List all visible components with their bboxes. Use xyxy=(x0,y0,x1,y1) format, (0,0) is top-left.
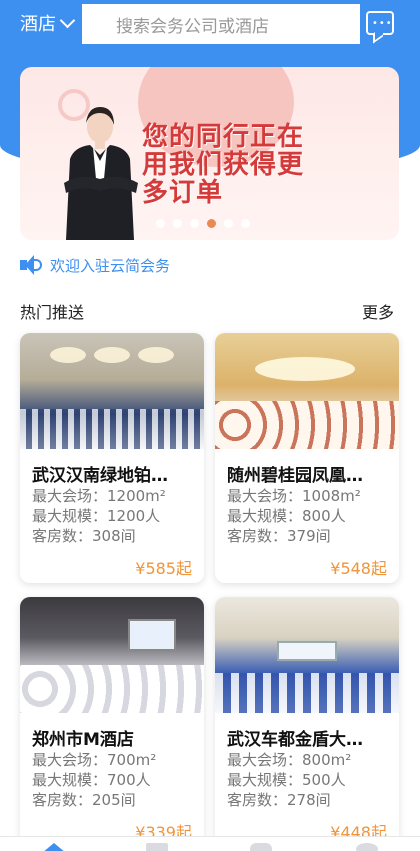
hotel-scale: 最大规模：1200人 xyxy=(32,507,161,525)
headline-line-1: 您的同行正在 xyxy=(142,122,305,152)
city-selector[interactable]: 酒店 xyxy=(20,10,76,36)
more-link[interactable]: 更多 xyxy=(362,299,394,323)
hotel-card[interactable]: 郑州市M酒店 最大会场：700m² 最大规模：700人 客房数：205间 ¥33… xyxy=(20,597,204,847)
hotel-venue: 最大会场：1200m² xyxy=(32,487,166,505)
tab-icon[interactable] xyxy=(250,843,272,851)
speaker-icon xyxy=(20,254,42,276)
hotel-venue: 最大会场：1008m² xyxy=(227,487,361,505)
carousel-dot[interactable] xyxy=(156,219,165,228)
hotel-name: 武汉汉南绿地铂… xyxy=(32,466,168,486)
hotel-photo xyxy=(215,597,399,713)
carousel-dot[interactable] xyxy=(207,219,216,228)
tab-icon[interactable] xyxy=(356,843,378,851)
search-placeholder: 搜索会务公司或酒店 xyxy=(116,16,269,37)
hotel-name: 随州碧桂园凤凰… xyxy=(227,466,363,486)
hotel-venue: 最大会场：700m² xyxy=(32,751,157,769)
hotel-scale: 最大规模：800人 xyxy=(227,507,346,525)
notice-bar[interactable]: 欢迎入驻云简会务 xyxy=(20,252,170,278)
hotel-card[interactable]: 随州碧桂园凤凰… 最大会场：1008m² 最大规模：800人 客房数：379间 … xyxy=(215,333,399,583)
hotel-photo xyxy=(215,333,399,449)
hotel-rooms: 客房数：278间 xyxy=(227,791,331,809)
hotel-name: 郑州市M酒店 xyxy=(32,730,134,750)
hotel-scale: 最大规模：700人 xyxy=(32,771,151,789)
businesswoman-image xyxy=(64,107,138,240)
section-title: 热门推送 xyxy=(20,303,85,322)
hotel-rooms: 客房数：205间 xyxy=(32,791,136,809)
hotel-rooms: 客房数：379间 xyxy=(227,527,331,545)
headline-line-3: 多订单 xyxy=(142,178,224,208)
home-tab-icon[interactable] xyxy=(42,843,66,851)
hotel-photo xyxy=(20,597,204,713)
carousel-dot[interactable] xyxy=(224,219,233,228)
hotel-photo xyxy=(20,333,204,449)
chevron-down-icon xyxy=(59,12,76,28)
message-icon[interactable]: ••• xyxy=(366,11,394,35)
hotel-price: ¥585起 xyxy=(135,559,192,578)
hotel-name: 武汉车都金盾大… xyxy=(227,730,363,750)
carousel-indicators[interactable] xyxy=(156,219,250,228)
carousel-dot[interactable] xyxy=(173,219,182,228)
hotel-card[interactable]: 武汉车都金盾大… 最大会场：800m² 最大规模：500人 客房数：278间 ¥… xyxy=(215,597,399,847)
hotel-price: ¥548起 xyxy=(330,559,387,578)
top-bar: 酒店 搜索会务公司或酒店 ••• xyxy=(0,0,420,48)
city-label: 酒店 xyxy=(20,14,56,35)
hotel-scale: 最大规模：500人 xyxy=(227,771,346,789)
banner-headline: 您的同行正在 用我们获得更 多订单 xyxy=(142,123,392,207)
notice-text: 欢迎入驻云简会务 xyxy=(50,256,171,275)
headline-line-2: 用我们获得更 xyxy=(142,150,305,180)
carousel-dot[interactable] xyxy=(241,219,250,228)
bottom-tab-bar xyxy=(0,836,420,851)
hotel-venue: 最大会场：800m² xyxy=(227,751,352,769)
hotel-card[interactable]: 武汉汉南绿地铂… 最大会场：1200m² 最大规模：1200人 客房数：308间… xyxy=(20,333,204,583)
carousel-dot[interactable] xyxy=(190,219,199,228)
tab-icon[interactable] xyxy=(146,843,168,851)
promo-banner[interactable]: 您的同行正在 用我们获得更 多订单 xyxy=(20,67,399,240)
search-input[interactable]: 搜索会务公司或酒店 xyxy=(82,4,360,44)
hotel-rooms: 客房数：308间 xyxy=(32,527,136,545)
